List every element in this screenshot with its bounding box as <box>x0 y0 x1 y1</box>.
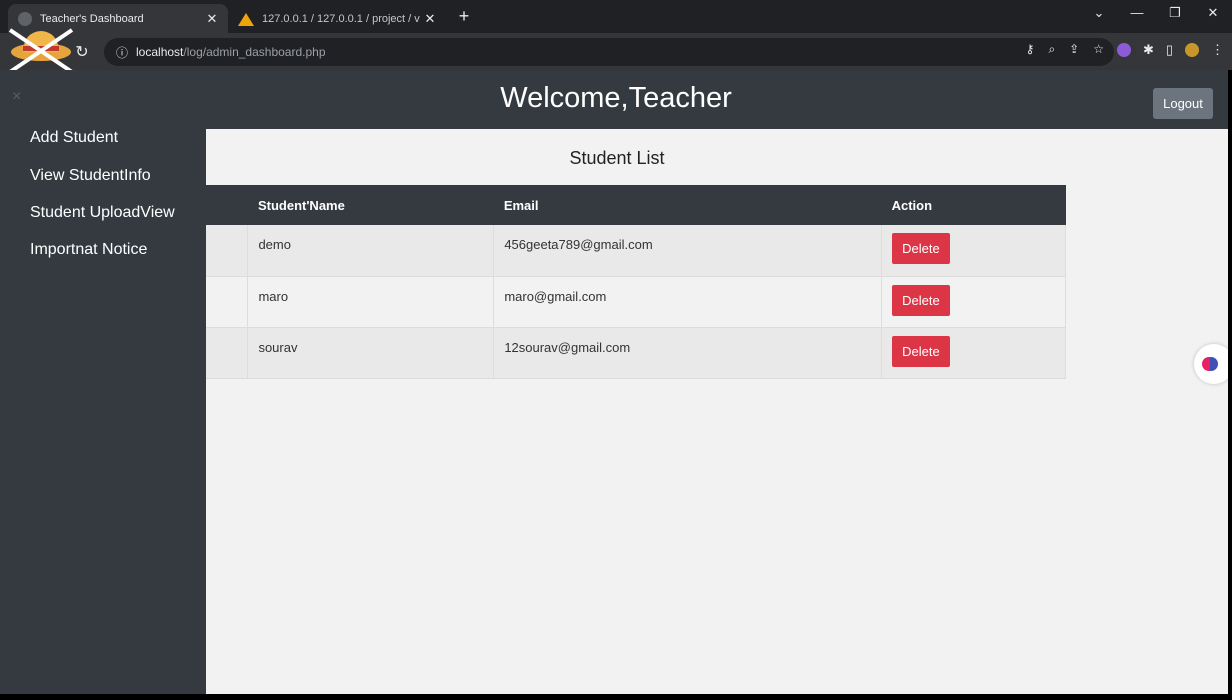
column-header-action: Action <box>881 185 1066 225</box>
tab-strip: Teacher's Dashboard ✕ 127.0.0.1 / 127.0.… <box>0 0 1232 33</box>
table-cell-index <box>206 327 249 379</box>
action-cell: Delete <box>881 225 1066 277</box>
table-cell-index <box>206 276 249 328</box>
straw-hat-overlay-icon <box>8 28 74 74</box>
page: × Welcome,Teacher Logout Add Student Vie… <box>0 70 1228 694</box>
tab-search-icon[interactable]: ⌄ <box>1080 0 1118 30</box>
assistant-brain-icon[interactable] <box>1194 344 1228 384</box>
key-icon[interactable]: ⚷ <box>1026 42 1035 57</box>
column-header-email: Email <box>493 185 882 225</box>
profile-avatar[interactable] <box>1185 43 1199 57</box>
delete-button[interactable]: Delete <box>892 335 950 367</box>
column-header-name: Student'Name <box>247 185 494 225</box>
browser-toolbar: ← → ↻ ⓘ localhost/log/admin_dashboard.ph… <box>0 33 1232 70</box>
student-email-cell: 456geeta789@gmail.com <box>493 225 883 277</box>
brain-icon <box>1202 357 1218 371</box>
sidebar: Add Student View StudentInfo Student Upl… <box>0 129 206 694</box>
site-info-icon[interactable]: ⓘ <box>116 44 128 61</box>
action-cell: Delete <box>881 327 1066 379</box>
table-cell-index <box>206 225 249 277</box>
tab-title: 127.0.0.1 / 127.0.0.1 / project / v <box>262 12 420 25</box>
zoom-icon[interactable]: ⌕ <box>1048 42 1055 57</box>
tab-phpmyadmin[interactable]: 127.0.0.1 / 127.0.0.1 / project / v ✕ <box>230 4 446 33</box>
delete-button[interactable]: Delete <box>892 284 950 316</box>
student-table: Student'Name Email Action demo 456geeta7… <box>206 185 1066 379</box>
address-bar[interactable]: ⓘ localhost/log/admin_dashboard.php ⚷ ⌕ … <box>104 38 1114 66</box>
omnibox-icons: ⚷ ⌕ ⇪ ☆ <box>1026 42 1104 57</box>
bookmark-star-icon[interactable]: ☆ <box>1093 42 1104 57</box>
logout-button[interactable]: Logout <box>1153 88 1213 119</box>
side-panel-icon[interactable]: ▯ <box>1166 42 1173 58</box>
sidebar-item-view-studentinfo[interactable]: View StudentInfo <box>30 167 151 185</box>
minimize-icon[interactable]: — <box>1118 0 1156 30</box>
table-row: demo 456geeta789@gmail.com Delete <box>206 225 1066 277</box>
url-host: localhost <box>136 45 184 59</box>
new-tab-icon[interactable]: + <box>454 6 474 27</box>
table-row: maro maro@gmail.com Delete <box>206 276 1066 328</box>
table-header-row: Student'Name Email Action <box>206 185 1066 225</box>
close-window-icon[interactable]: ✕ <box>1194 0 1232 30</box>
table-row: sourav 12sourav@gmail.com Delete <box>206 327 1066 379</box>
extension-icon[interactable] <box>1116 43 1131 57</box>
delete-button[interactable]: Delete <box>892 233 950 264</box>
url-path: /log/admin_dashboard.php <box>183 45 326 59</box>
student-name-cell: demo <box>247 225 495 277</box>
student-list-title: Student List <box>569 148 665 168</box>
browser-chrome: Teacher's Dashboard ✕ 127.0.0.1 / 127.0.… <box>0 0 1232 70</box>
sidebar-item-important-notice[interactable]: Importnat Notice <box>30 241 147 259</box>
restore-icon[interactable]: ❐ <box>1156 0 1194 30</box>
share-icon[interactable]: ⇪ <box>1069 42 1079 57</box>
tab-close-icon[interactable]: ✕ <box>202 11 222 27</box>
student-name-cell: maro <box>247 276 495 328</box>
column-header-index <box>206 185 248 225</box>
student-name-cell: sourav <box>247 327 495 379</box>
extensions-area: ✱ ▯ ⋮ <box>1116 42 1224 58</box>
sidebar-item-student-uploadview[interactable]: Student UploadView <box>30 204 175 222</box>
student-email-cell: maro@gmail.com <box>493 276 883 328</box>
puzzle-icon[interactable]: ✱ <box>1143 42 1154 58</box>
tab-close-icon[interactable]: ✕ <box>420 11 440 27</box>
action-cell: Delete <box>881 276 1066 328</box>
phpmyadmin-icon <box>238 12 254 26</box>
window-controls: ⌄ — ❐ ✕ <box>1080 0 1232 30</box>
top-header: × Welcome,Teacher Logout <box>0 70 1228 129</box>
more-menu-icon[interactable]: ⋮ <box>1211 42 1224 58</box>
sidebar-item-add-student[interactable]: Add Student <box>30 129 118 147</box>
page-title: Welcome,Teacher <box>500 82 732 114</box>
student-email-cell: 12sourav@gmail.com <box>493 327 883 379</box>
